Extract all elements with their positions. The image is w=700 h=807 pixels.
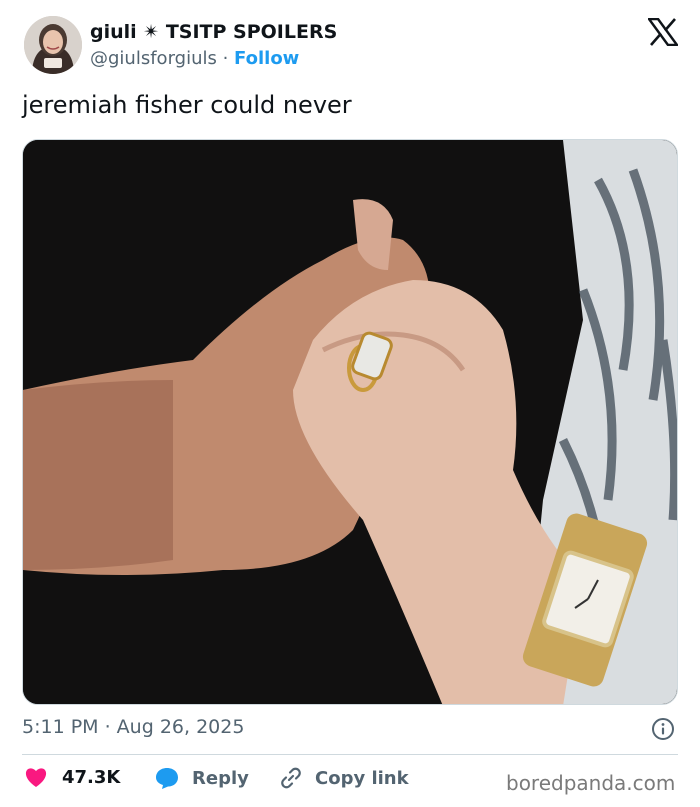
x-logo-icon[interactable]	[648, 18, 678, 46]
photo-hands-ring-watch	[23, 140, 677, 704]
link-icon	[281, 767, 301, 789]
tweet-photo[interactable]	[22, 139, 678, 705]
handle-separator: ·	[216, 48, 235, 69]
avatar[interactable]	[24, 16, 82, 74]
like-count: 47.3K	[62, 766, 121, 788]
divider	[22, 754, 678, 755]
reply-bubble-icon	[156, 768, 178, 789]
copy-link-button[interactable]: Copy link	[279, 766, 409, 790]
watermark: boredpanda.com	[506, 771, 676, 795]
like-button[interactable]: 47.3K	[24, 766, 120, 788]
author-display-name[interactable]: giuli ✴ TSITP SPOILERS	[90, 21, 337, 43]
tweet-text: jeremiah fisher could never	[22, 91, 352, 119]
tweet-timestamp[interactable]: 5:11 PM · Aug 26, 2025	[22, 716, 244, 738]
copy-link-label: Copy link	[315, 767, 409, 789]
avatar-image	[24, 16, 82, 74]
follow-button[interactable]: Follow	[234, 48, 299, 69]
heart-icon	[25, 768, 47, 787]
author-handle-row: @giulsforgiuls · Follow	[90, 48, 299, 69]
reply-label: Reply	[192, 767, 249, 789]
reply-button[interactable]: Reply	[154, 766, 249, 790]
author-handle[interactable]: @giulsforgiuls	[90, 48, 217, 69]
info-icon[interactable]	[651, 717, 675, 741]
